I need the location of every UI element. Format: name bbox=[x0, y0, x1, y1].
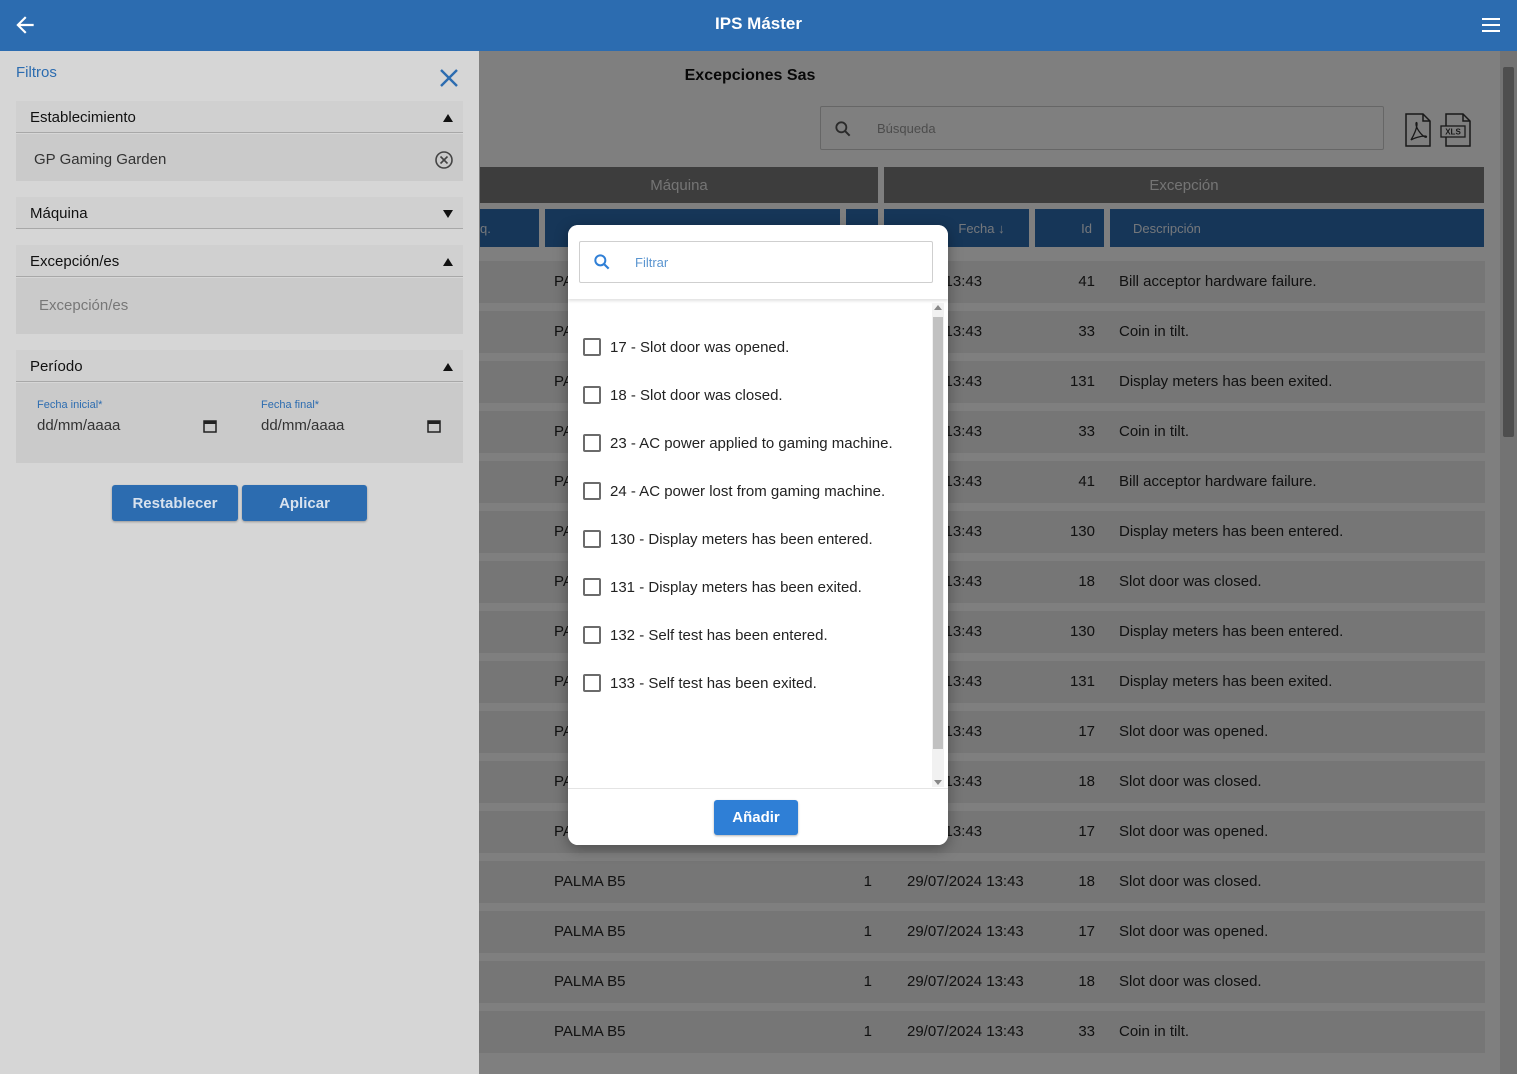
end-date-label: Fecha final* bbox=[261, 399, 320, 411]
modal-footer: Añadir bbox=[568, 788, 948, 845]
section-excepciones-header[interactable]: Excepción/es bbox=[16, 245, 463, 277]
exception-option[interactable]: 24 - AC power lost from gaming machine. bbox=[583, 479, 885, 503]
exception-option[interactable]: 132 - Self test has been entered. bbox=[583, 623, 828, 647]
section-periodo-body: Fecha inicial* dd/mm/aaaa Fecha final* d… bbox=[16, 383, 463, 463]
section-periodo-label: Período bbox=[30, 358, 83, 375]
exception-picker-modal: 17 - Slot door was opened. 18 - Slot door… bbox=[568, 225, 948, 845]
exception-option[interactable]: 131 - Display meters has been exited. bbox=[583, 575, 862, 599]
section-establecimiento-body: GP Gaming Garden bbox=[16, 134, 463, 181]
section-establecimiento-header[interactable]: Establecimiento bbox=[16, 101, 463, 133]
modal-scrollbar-thumb[interactable] bbox=[933, 317, 943, 749]
checkbox[interactable] bbox=[583, 626, 601, 644]
checkbox[interactable] bbox=[583, 482, 601, 500]
section-excepciones-label: Excepción/es bbox=[30, 253, 120, 270]
excepciones-input[interactable]: Excepción/es bbox=[16, 278, 463, 334]
reset-button[interactable]: Restablecer bbox=[112, 485, 238, 521]
close-icon[interactable] bbox=[438, 67, 460, 89]
modal-filter-input[interactable] bbox=[635, 252, 915, 272]
section-maquina-header[interactable]: Máquina bbox=[16, 197, 463, 229]
top-app-bar: IPS Máster bbox=[0, 0, 1517, 51]
search-icon bbox=[594, 254, 610, 270]
exception-option-label: 130 - Display meters has been entered. bbox=[610, 530, 873, 548]
exception-option[interactable]: 23 - AC power applied to gaming machine. bbox=[583, 431, 893, 455]
scroll-up-arrow-icon[interactable] bbox=[934, 305, 942, 310]
checkbox[interactable] bbox=[583, 530, 601, 548]
checkbox[interactable] bbox=[583, 434, 601, 452]
collapse-triangle-icon bbox=[443, 114, 453, 122]
calendar-icon[interactable] bbox=[203, 419, 217, 433]
exception-option-label: 131 - Display meters has been exited. bbox=[610, 578, 862, 596]
clear-circle-icon[interactable] bbox=[434, 150, 454, 170]
modal-header bbox=[568, 225, 948, 299]
calendar-icon[interactable] bbox=[427, 419, 441, 433]
start-date-input[interactable]: dd/mm/aaaa bbox=[37, 417, 120, 434]
exception-option[interactable]: 18 - Slot door was closed. bbox=[583, 383, 783, 407]
expand-triangle-icon bbox=[443, 210, 453, 218]
establecimiento-value: GP Gaming Garden bbox=[34, 151, 167, 168]
exception-option-label: 23 - AC power applied to gaming machine. bbox=[610, 434, 893, 452]
app-title: IPS Máster bbox=[715, 14, 802, 33]
add-button[interactable]: Añadir bbox=[714, 800, 798, 835]
modal-filter-box bbox=[579, 241, 933, 283]
checkbox[interactable] bbox=[583, 386, 601, 404]
apply-button[interactable]: Aplicar bbox=[242, 485, 367, 521]
scroll-down-arrow-icon[interactable] bbox=[934, 780, 942, 785]
exception-option[interactable]: 17 - Slot door was opened. bbox=[583, 335, 789, 359]
checkbox[interactable] bbox=[583, 674, 601, 692]
modal-scrollbar[interactable] bbox=[932, 303, 944, 787]
collapse-triangle-icon bbox=[443, 258, 453, 266]
exception-option[interactable]: 130 - Display meters has been entered. bbox=[583, 527, 873, 551]
start-date-label: Fecha inicial* bbox=[37, 399, 103, 411]
exception-option-label: 133 - Self test has been exited. bbox=[610, 674, 817, 692]
exception-option-label: 17 - Slot door was opened. bbox=[610, 338, 790, 356]
exception-option-label: 18 - Slot door was closed. bbox=[610, 386, 783, 404]
hamburger-menu-icon[interactable] bbox=[1479, 13, 1503, 37]
exception-option-label: 24 - AC power lost from gaming machine. bbox=[610, 482, 886, 500]
exception-option-list: 17 - Slot door was opened. 18 - Slot door… bbox=[568, 303, 932, 789]
exception-option[interactable]: 133 - Self test has been exited. bbox=[583, 671, 817, 695]
excepciones-placeholder: Excepción/es bbox=[39, 297, 129, 314]
section-maquina-label: Máquina bbox=[30, 205, 88, 222]
checkbox[interactable] bbox=[583, 578, 601, 596]
end-date-input[interactable]: dd/mm/aaaa bbox=[261, 417, 344, 434]
section-periodo-header[interactable]: Período bbox=[16, 350, 463, 382]
filter-panel-title: Filtros bbox=[16, 64, 57, 81]
exception-option-label: 132 - Self test has been entered. bbox=[610, 626, 828, 644]
checkbox[interactable] bbox=[583, 338, 601, 356]
section-establecimiento-label: Establecimiento bbox=[30, 109, 136, 126]
filter-panel: Filtros Establecimiento GP Gaming Garden… bbox=[0, 51, 479, 1074]
collapse-triangle-icon bbox=[443, 363, 453, 371]
